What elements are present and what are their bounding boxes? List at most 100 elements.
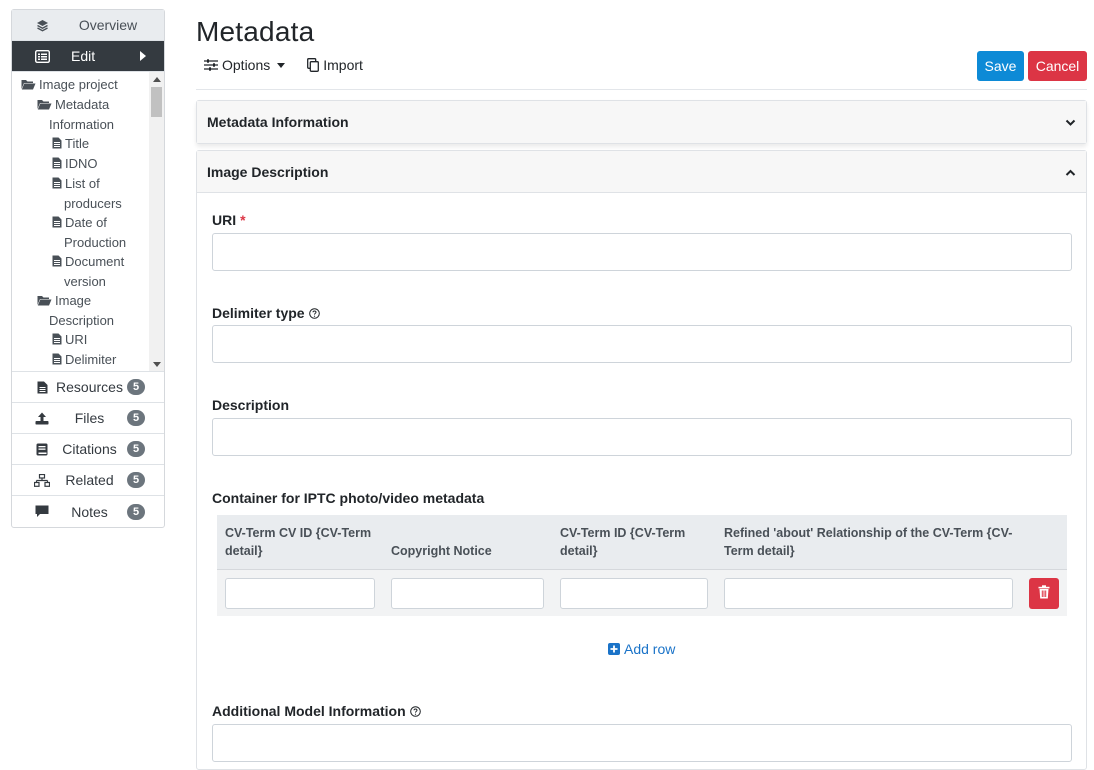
tree-label: Image project [39, 77, 118, 92]
tree-node-idno[interactable]: IDNO [21, 154, 146, 174]
nav-files[interactable]: Files 5 [12, 403, 164, 434]
help-circle-icon[interactable] [308, 307, 320, 319]
copy-icon [307, 58, 320, 72]
tree-label-wrap: Production [21, 233, 146, 252]
delimiter-type-input[interactable] [212, 325, 1072, 363]
nav-edit-label: Edit [71, 48, 96, 64]
file-icon [52, 351, 62, 370]
tree-node-uri[interactable]: URI [21, 330, 146, 350]
table-row [217, 570, 1067, 616]
caret-right-icon [140, 51, 146, 61]
scroll-down-icon[interactable] [153, 362, 161, 367]
upload-icon [32, 412, 52, 425]
tree-label: IDNO [65, 156, 98, 171]
table-header: CV-Term CV ID {CV-Term detail} Copyright… [217, 515, 1067, 570]
column-header: CV-Term ID {CV-Term detail} [560, 526, 686, 558]
delete-row-button[interactable] [1029, 578, 1059, 609]
tree-label-wrap: Information [21, 115, 146, 134]
file-icon [52, 175, 62, 194]
toolbar: Options Import [204, 57, 363, 73]
column-header: Refined 'about' Relationship of the CV-T… [724, 526, 1013, 558]
tree-view[interactable]: Image project Metadata Information Title… [12, 72, 164, 372]
tree-label: Production [64, 235, 127, 250]
options-dropdown[interactable]: Options [204, 57, 286, 73]
file-icon [32, 381, 52, 394]
help-circle-icon[interactable] [409, 705, 421, 717]
sliders-icon [204, 59, 218, 71]
image-description-header[interactable]: Image Description [197, 151, 1086, 193]
tree-node-date-of-production[interactable]: Date of [21, 213, 146, 233]
folder-open-icon [37, 292, 52, 311]
tree-label-wrap: version [21, 272, 146, 291]
tree-label: URI [65, 332, 88, 347]
iptc-table: CV-Term CV ID {CV-Term detail} Copyright… [217, 515, 1067, 616]
uri-label: URI * [212, 212, 246, 228]
nav-citations-label: Citations [62, 441, 117, 457]
cancel-button[interactable]: Cancel [1028, 51, 1087, 81]
copyright-notice-input[interactable] [391, 578, 544, 609]
folder-open-icon [37, 96, 52, 115]
plus-square-icon [608, 643, 620, 655]
sitemap-icon [32, 473, 52, 487]
required-mark: * [240, 212, 246, 228]
count-badge: 5 [127, 441, 145, 457]
container-label-text: Container for IPTC photo/video metadata [212, 490, 485, 506]
tree-node-image-description[interactable]: Image [21, 291, 146, 311]
nav-overview[interactable]: Overview [12, 10, 164, 41]
import-label: Import [323, 57, 363, 73]
section-title: Image Description [207, 163, 329, 180]
uri-input[interactable] [212, 233, 1072, 271]
nav-related-label: Related [65, 472, 114, 488]
tree-node-title[interactable]: Title [21, 134, 146, 154]
scroll-up-icon[interactable] [153, 77, 161, 82]
nav-notes[interactable]: Notes 5 [12, 496, 164, 527]
file-icon [52, 331, 62, 350]
tree-node-list-of-producers[interactable]: List of [21, 174, 146, 194]
save-button[interactable]: Save [977, 51, 1024, 81]
count-badge: 5 [127, 410, 145, 426]
scroll-thumb[interactable] [151, 87, 162, 117]
comment-icon [32, 505, 52, 518]
file-icon [52, 253, 62, 272]
tree-node-delimiter-type[interactable]: Delimiter [21, 350, 146, 370]
description-input[interactable] [212, 418, 1072, 456]
file-icon [52, 214, 62, 233]
nav-edit[interactable]: Edit [12, 41, 164, 72]
folder-open-icon [21, 76, 36, 95]
tree-node-document-version[interactable]: Document [21, 252, 146, 272]
import-button[interactable]: Import [307, 57, 363, 73]
add-row-button[interactable]: Add row [608, 641, 675, 657]
tree-node-metadata-information[interactable]: Metadata [21, 95, 146, 115]
additional-model-info-input[interactable] [212, 724, 1072, 762]
nav-related[interactable]: Related 5 [12, 465, 164, 496]
section-title: Metadata Information [207, 114, 349, 130]
divider [196, 89, 1087, 90]
additional-model-info-label: Additional Model Information [212, 703, 421, 719]
nav-citations[interactable]: Citations 5 [12, 434, 164, 465]
page-title: Metadata [196, 16, 315, 47]
chevron-down-icon [1065, 114, 1076, 130]
description-label: Description [212, 397, 289, 413]
nav-notes-label: Notes [71, 503, 108, 520]
additional-label-text: Additional Model Information [212, 703, 406, 719]
delimiter-type-label: Delimiter type [212, 305, 320, 321]
tree-label-wrap: producers [21, 194, 146, 213]
tree-label: Metadata [55, 97, 110, 112]
iptc-container-label: Container for IPTC photo/video metadata [212, 490, 484, 506]
trash-icon [1038, 585, 1050, 602]
tree-label: List of [65, 176, 100, 191]
metadata-information-header[interactable]: Metadata Information [197, 101, 1086, 143]
nav-resources[interactable]: Resources 5 [12, 372, 164, 403]
tree-node-image-project[interactable]: Image project [21, 75, 146, 95]
description-label-text: Description [212, 397, 290, 413]
tree-label: producers [64, 196, 122, 211]
refined-about-input[interactable] [724, 578, 1013, 609]
tree-label: Image [55, 293, 92, 308]
tree-label: version [64, 274, 106, 289]
count-badge: 5 [127, 503, 145, 520]
add-row-label: Add row [624, 641, 676, 657]
cv-term-id-input[interactable] [560, 578, 708, 609]
cv-term-cv-id-input[interactable] [225, 578, 375, 609]
nav-files-label: Files [74, 410, 105, 426]
tree-scrollbar[interactable] [149, 72, 164, 371]
